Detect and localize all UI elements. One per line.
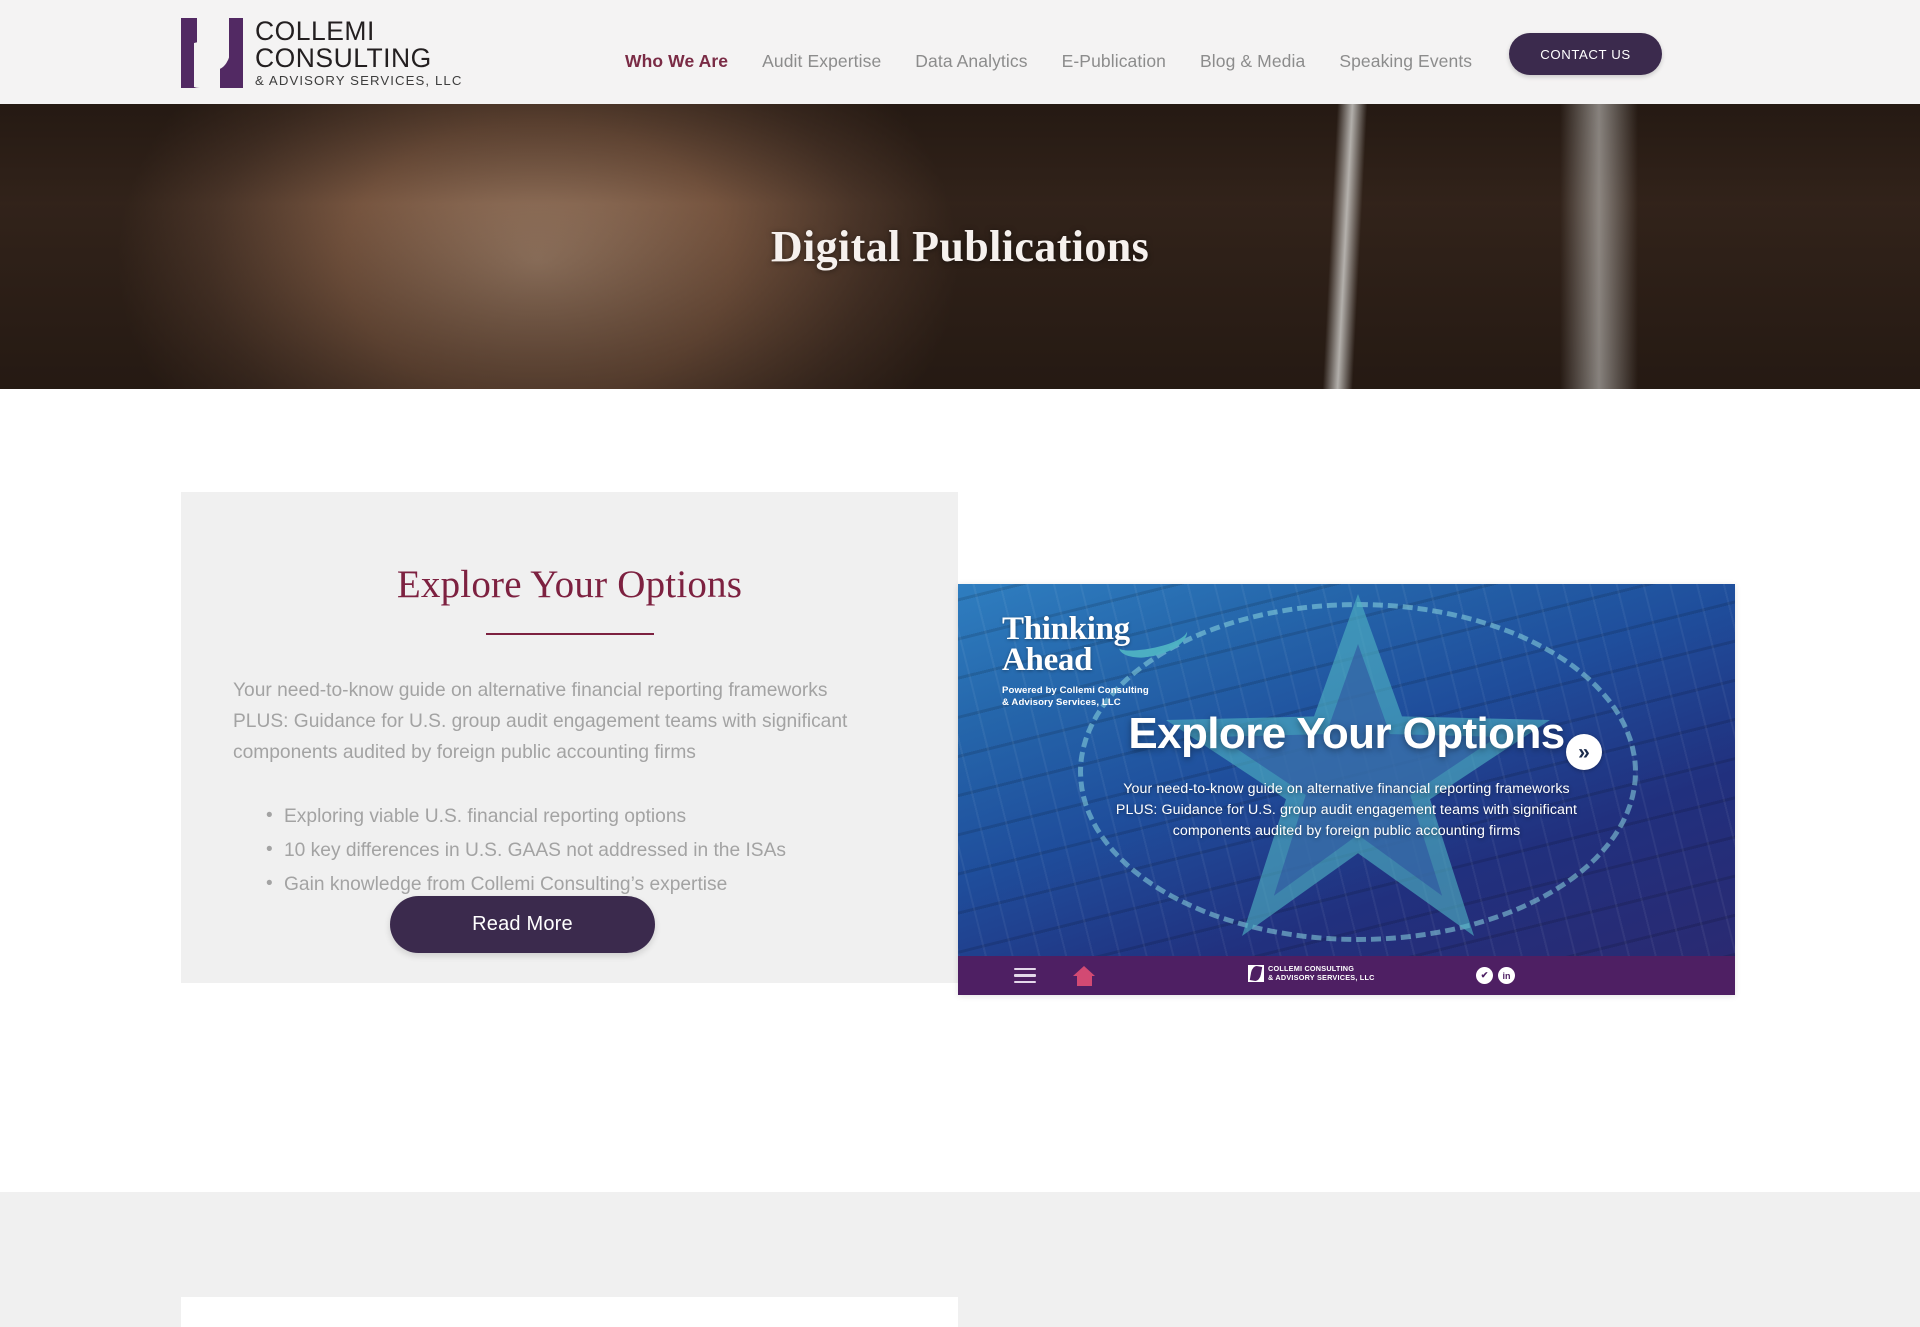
flipbook-toolbar: COLLEMI CONSULTING & ADVISORY SERVICES, … (958, 956, 1735, 995)
contact-us-button[interactable]: CONTACT US (1509, 33, 1662, 75)
nav-item-e-publication[interactable]: E-Publication (1045, 51, 1183, 72)
toolbar-logo-mark-icon (1248, 964, 1264, 982)
masthead-powered-by-1: Powered by Collemi Consulting (1002, 685, 1149, 696)
masthead-powered-by-2: & Advisory Services, LLC (1002, 697, 1121, 708)
nav-item-data-analytics[interactable]: Data Analytics (898, 51, 1044, 72)
nav-item-who-we-are[interactable]: Who We Are (608, 51, 745, 72)
next-page-arrow-icon[interactable]: » (1566, 734, 1602, 770)
hamburger-menu-icon[interactable] (1014, 968, 1036, 984)
list-item: 10 key differences in U.S. GAAS not addr… (266, 833, 958, 868)
toolbar-logo-line-2: & ADVISORY SERVICES, LLC (1268, 973, 1375, 982)
flipbook-headline: Explore Your Options (1128, 709, 1565, 758)
subheadline-line-2: PLUS: Guidance for U.S. group audit enga… (1115, 802, 1578, 818)
toolbar-logo-text: COLLEMI CONSULTING & ADVISORY SERVICES, … (1268, 964, 1375, 982)
main-navigation: Who We Are Audit Expertise Data Analytic… (608, 51, 1489, 72)
toolbar-logo: COLLEMI CONSULTING & ADVISORY SERVICES, … (1248, 964, 1375, 982)
toolbar-social-links: ✔ in (1476, 967, 1515, 984)
publication-info-card: Explore Your Options Your need-to-know g… (181, 492, 958, 983)
heading-divider (485, 633, 654, 635)
linkedin-icon[interactable]: in (1498, 967, 1515, 984)
description-line-3: PLUS: Guidance for U.S. group audit enga… (233, 711, 757, 732)
toolbar-logo-line-1: COLLEMI CONSULTING (1268, 964, 1355, 973)
logo-line-1: COLLEMI (255, 16, 375, 47)
main-content-section: Explore Your Options Your need-to-know g… (0, 389, 1920, 1192)
logo-line-3: & ADVISORY SERVICES, LLC (255, 73, 463, 89)
site-logo[interactable]: COLLEMI CONSULTING & ADVISORY SERVICES, … (180, 18, 462, 88)
card-description: Your need-to-know guide on alternative f… (233, 675, 906, 768)
description-line-2: frameworks (728, 680, 828, 701)
site-header: COLLEMI CONSULTING & ADVISORY SERVICES, … (0, 0, 1920, 104)
description-line-1: Your need-to-know guide on alternative f… (233, 680, 723, 701)
logo-line-2: CONSULTING (255, 42, 432, 73)
card-bullet-list: Exploring viable U.S. financial reportin… (266, 799, 958, 902)
read-more-button[interactable]: Read More (390, 896, 655, 953)
publication-flipbook[interactable]: Thinking Ahead Powered by Collemi Consul… (958, 584, 1735, 995)
hero-banner: Digital Publications (0, 104, 1920, 389)
list-item: Exploring viable U.S. financial reportin… (266, 799, 958, 834)
nav-item-audit-expertise[interactable]: Audit Expertise (745, 51, 898, 72)
secondary-card (181, 1297, 958, 1327)
twitter-icon[interactable]: ✔ (1476, 967, 1493, 984)
subheadline-line-3: components audited by foreign public acc… (1172, 823, 1521, 839)
card-heading: Explore Your Options (396, 563, 743, 606)
flipbook-page: Thinking Ahead Powered by Collemi Consul… (958, 584, 1735, 956)
page-title: Digital Publications (770, 222, 1150, 271)
collemi-logo-mark-icon (180, 18, 243, 88)
nav-item-blog-and-media[interactable]: Blog & Media (1183, 51, 1322, 72)
flipbook-subheadline: Your need-to-know guide on alternative f… (958, 779, 1735, 842)
home-icon[interactable] (1073, 966, 1095, 986)
secondary-section (0, 1192, 1920, 1327)
nav-item-speaking-events[interactable]: Speaking Events (1322, 51, 1489, 72)
subheadline-line-1: Your need-to-know guide on alternative f… (1123, 781, 1570, 797)
logo-wordmark: COLLEMI CONSULTING & ADVISORY SERVICES, … (255, 18, 462, 87)
